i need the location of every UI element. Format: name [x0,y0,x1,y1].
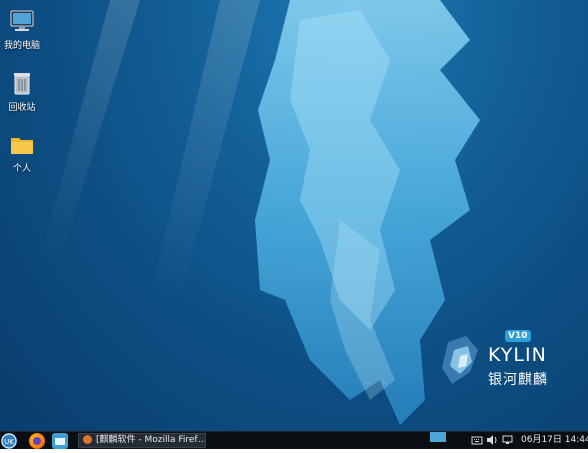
desktop-icon-my-computer[interactable]: 我的电脑 [0,8,44,51]
clock[interactable]: 06月17日 14:44 [521,431,588,449]
brand-name: KYLIN [488,344,547,366]
task-label: [麒麟软件 - Mozilla Firef… [96,435,206,445]
firefox-icon [83,435,92,444]
desktop-icon-home-folder[interactable]: 个人 [0,131,44,174]
firefox-icon [33,437,41,445]
folder-icon [11,138,33,154]
trash-icon [14,73,30,95]
desktop-icon-label: 我的电脑 [3,41,40,51]
desktop-icon-label: 个人 [12,164,31,174]
start-menu-button[interactable]: UK [1,433,17,449]
desktop-icon-trash[interactable]: 回收站 [0,70,44,113]
kylin-mark-icon [442,336,478,384]
taskbar-task-firefox[interactable]: [麒麟软件 - Mozilla Firef… [78,433,206,448]
firefox-launcher-button[interactable] [29,433,45,449]
file-manager-icon [55,438,65,445]
file-manager-launcher-button[interactable] [52,433,68,449]
brand-name-cn: 银河麒麟 [488,372,548,388]
kylin-start-icon: UK [1,433,17,449]
version-badge: V10 [505,330,531,342]
desktop[interactable]: 我的电脑 回收站 个人 V10 KYLIN 银河麒麟 [0,0,588,431]
svg-text:UK: UK [4,438,14,446]
workspace-switcher[interactable] [430,432,446,442]
computer-icon [10,10,34,31]
desktop-icon-label: 回收站 [8,103,36,113]
volume-icon[interactable] [486,434,498,446]
kylin-logo: V10 KYLIN 银河麒麟 [438,328,558,392]
keyboard-icon[interactable] [471,434,483,446]
network-icon[interactable] [502,434,514,446]
taskbar: UK [麒麟软件 - Mozilla Firef… [0,431,588,449]
